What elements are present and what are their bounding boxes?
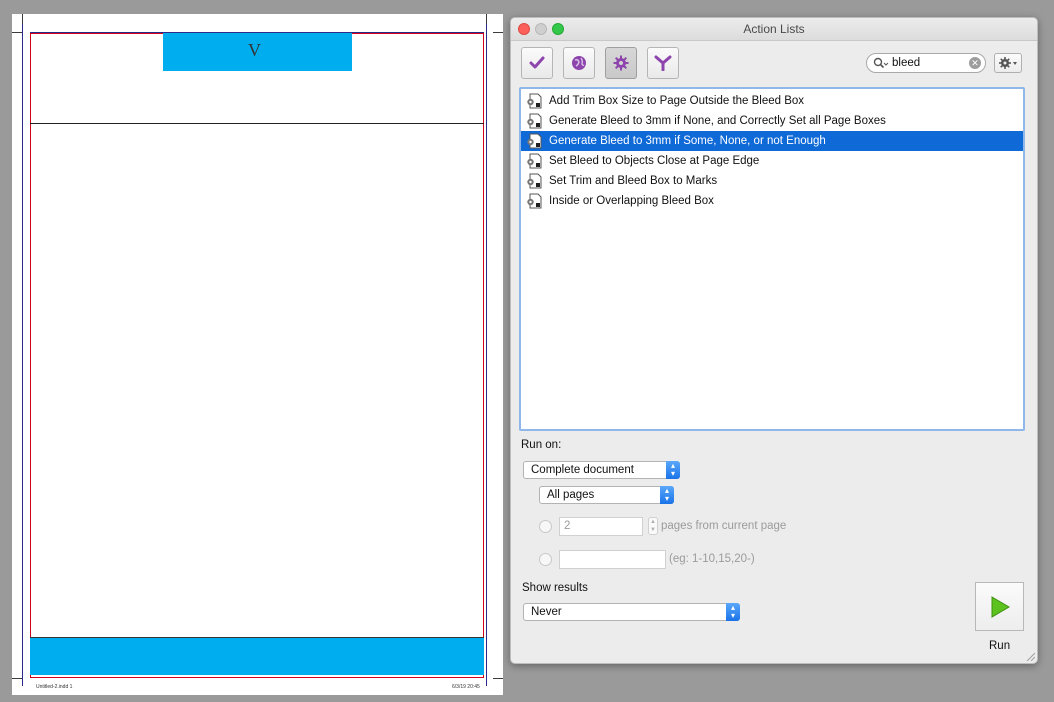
globe-category-button[interactable] bbox=[563, 47, 595, 79]
action-list-item-label: Inside or Overlapping Bleed Box bbox=[549, 195, 714, 207]
actions-list[interactable]: Add Trim Box Size to Page Outside the Bl… bbox=[519, 87, 1025, 431]
run-on-label: Run on: bbox=[521, 439, 562, 451]
bleed-box bbox=[30, 33, 484, 678]
page-range-hint: (eg: 1-10,15,20-) bbox=[669, 553, 755, 565]
gear-icon bbox=[613, 55, 629, 71]
trim-line bbox=[486, 24, 487, 686]
fixup-document-icon bbox=[527, 133, 542, 149]
run-on-scope-value: Complete document bbox=[531, 464, 634, 476]
action-list-item-label: Generate Bleed to 3mm if None, and Corre… bbox=[549, 115, 886, 127]
slug-date: 6/3/19 20:45 bbox=[452, 684, 480, 690]
updown-arrows-icon: ▴ ▾ bbox=[666, 461, 680, 479]
crop-mark bbox=[12, 678, 22, 679]
show-results-select[interactable]: Never ▴ ▾ bbox=[523, 603, 740, 621]
action-list-item[interactable]: Add Trim Box Size to Page Outside the Bl… bbox=[521, 91, 1023, 111]
run-button[interactable] bbox=[975, 582, 1024, 631]
fixup-document-icon bbox=[527, 153, 542, 169]
crop-mark bbox=[12, 32, 22, 33]
fixup-document-icon bbox=[527, 193, 542, 209]
crop-mark bbox=[493, 32, 503, 33]
clear-search-icon[interactable]: ✕ bbox=[969, 57, 981, 69]
search-icon bbox=[873, 57, 889, 69]
globe-icon bbox=[572, 56, 586, 70]
branch-icon bbox=[654, 55, 672, 71]
pages-select-value: All pages bbox=[547, 489, 595, 501]
gear-dropdown-icon bbox=[999, 57, 1017, 69]
page-count-stepper[interactable]: ▲ ▼ bbox=[648, 517, 658, 535]
pages-select[interactable]: All pages ▴ ▾ bbox=[539, 486, 674, 504]
show-results-label: Show results bbox=[522, 582, 588, 594]
page-count-field[interactable]: 2 bbox=[559, 517, 643, 536]
action-list-item[interactable]: Inside or Overlapping Bleed Box bbox=[521, 191, 1023, 211]
process-plans-category-button[interactable] bbox=[647, 47, 679, 79]
crop-mark bbox=[486, 14, 487, 24]
action-list-item[interactable]: Set Trim and Bleed Box to Marks bbox=[521, 171, 1023, 191]
document-page: V Untitled-2.indd 1 6/3/19 20:45 bbox=[12, 14, 503, 695]
action-list-item-label: Set Bleed to Objects Close at Page Edge bbox=[549, 155, 760, 167]
fixup-document-icon bbox=[527, 113, 542, 129]
run-label: Run bbox=[989, 640, 1011, 652]
action-list-item[interactable]: Set Bleed to Objects Close at Page Edge bbox=[521, 151, 1023, 171]
action-list-item-label: Generate Bleed to 3mm if Some, None, or … bbox=[549, 135, 826, 147]
page-range-field[interactable] bbox=[559, 550, 666, 569]
action-list-item-label: Add Trim Box Size to Page Outside the Bl… bbox=[549, 95, 805, 107]
checks-category-button[interactable] bbox=[521, 47, 553, 79]
resize-grip-icon[interactable] bbox=[1025, 651, 1035, 661]
page-range-radio[interactable] bbox=[539, 553, 552, 566]
run-on-scope-select[interactable]: Complete document ▴ ▾ bbox=[523, 461, 680, 479]
page-count-suffix: pages from current page bbox=[661, 520, 787, 532]
options-menu-button[interactable] bbox=[994, 53, 1022, 73]
search-input[interactable]: bleed bbox=[892, 57, 920, 69]
crop-mark bbox=[22, 14, 23, 24]
updown-arrows-icon: ▴ ▾ bbox=[660, 486, 674, 504]
header-text[interactable]: V bbox=[248, 40, 261, 61]
guide-line bbox=[30, 123, 484, 124]
fixups-category-button[interactable] bbox=[605, 47, 637, 79]
crop-mark bbox=[493, 678, 503, 679]
check-icon bbox=[529, 56, 545, 69]
footer-frame[interactable] bbox=[30, 637, 484, 675]
fixup-document-icon bbox=[527, 173, 542, 189]
trim-line bbox=[22, 24, 23, 686]
play-icon bbox=[991, 595, 1010, 618]
window-title: Action Lists bbox=[743, 22, 805, 36]
page-count-radio[interactable] bbox=[539, 520, 552, 533]
action-lists-panel: Action Lists bleed ✕ Add Trim Box Size t… bbox=[510, 17, 1038, 664]
updown-arrows-icon: ▴ ▾ bbox=[726, 603, 740, 621]
action-list-item-label: Set Trim and Bleed Box to Marks bbox=[549, 175, 718, 187]
action-list-item[interactable]: Generate Bleed to 3mm if None, and Corre… bbox=[521, 111, 1023, 131]
search-field[interactable]: bleed ✕ bbox=[866, 53, 986, 73]
title-bar[interactable]: Action Lists bbox=[511, 18, 1037, 41]
slug-filename: Untitled-2.indd 1 bbox=[36, 684, 73, 690]
fixup-document-icon bbox=[527, 93, 542, 109]
action-list-item[interactable]: Generate Bleed to 3mm if Some, None, or … bbox=[521, 131, 1023, 151]
show-results-value: Never bbox=[531, 606, 562, 618]
